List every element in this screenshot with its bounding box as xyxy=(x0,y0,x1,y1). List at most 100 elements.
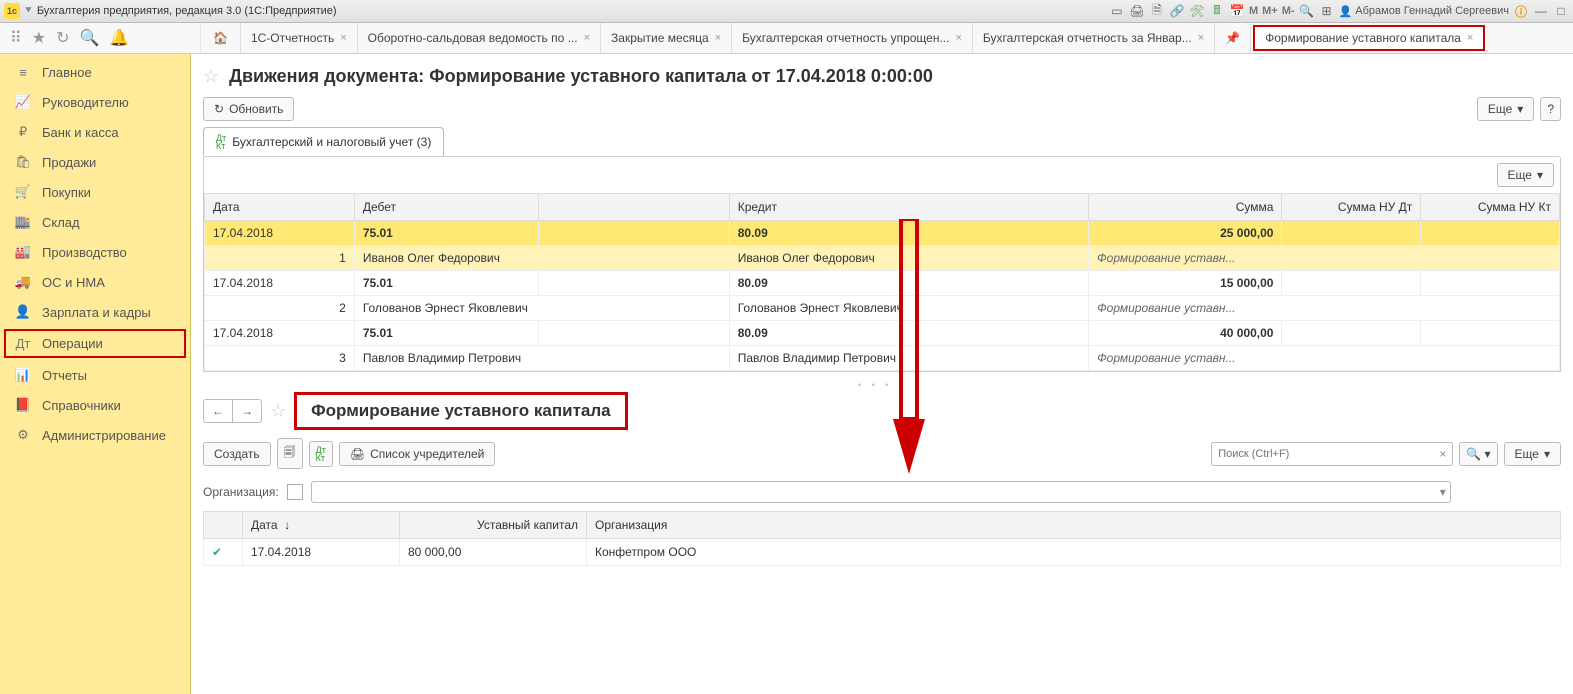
app-title: Бухгалтерия предприятия, редакция 3.0 (1… xyxy=(37,5,337,17)
zoom-icon[interactable]: 🔍 xyxy=(1299,3,1315,19)
nav-icon: ⚙ xyxy=(14,427,32,443)
help-button[interactable]: ? xyxy=(1540,97,1561,121)
apps-icon[interactable]: ⠿ xyxy=(10,28,22,48)
org-select[interactable]: ▾ xyxy=(311,481,1451,503)
sidebar-item[interactable]: 👤Зарплата и кадры xyxy=(0,297,190,327)
doc-icon[interactable]: 🗎 xyxy=(1149,3,1165,19)
search-button[interactable]: 🔍 ▾ xyxy=(1459,442,1497,466)
titlebar: 1c ⯆ Бухгалтерия предприятия, редакция 3… xyxy=(0,0,1573,23)
maximize-icon[interactable]: □ xyxy=(1553,3,1569,19)
sidebar-item[interactable]: 🛒Покупки xyxy=(0,177,190,207)
close-icon[interactable]: × xyxy=(584,32,590,44)
close-icon[interactable]: × xyxy=(955,32,961,44)
subtab-accounting[interactable]: ДтКтБухгалтерский и налоговый учет (3) xyxy=(203,127,444,156)
mem-mp[interactable]: M+ xyxy=(1262,5,1278,17)
print-icon[interactable]: 🖨 xyxy=(1129,3,1145,19)
nav-icon: 🛍 xyxy=(14,154,32,170)
app-menu-icon[interactable]: ⯆ xyxy=(24,5,33,18)
fav-star-icon[interactable]: ☆ xyxy=(203,66,219,87)
nav-icon: 🚚 xyxy=(14,274,32,290)
table-row[interactable]: 3Павлов Владимир ПетровичПавлов Владимир… xyxy=(205,346,1560,371)
nav-icon: 📕 xyxy=(14,397,32,413)
tab[interactable]: 1С-Отчетность× xyxy=(241,23,358,53)
tab[interactable]: Оборотно-сальдовая ведомость по ...× xyxy=(358,23,601,53)
minimize-icon[interactable]: — xyxy=(1533,3,1549,19)
nav-back-forward[interactable]: ←→ xyxy=(203,399,262,423)
search-clear-icon[interactable]: × xyxy=(1433,447,1452,461)
more-button[interactable]: Еще ▾ xyxy=(1477,97,1534,121)
nav-icon: 👤 xyxy=(14,304,32,320)
tab-home[interactable]: 🏠 xyxy=(201,23,241,53)
pin-icon[interactable]: 📌 xyxy=(1215,23,1251,53)
mem-m[interactable]: M xyxy=(1249,5,1258,17)
docs-grid[interactable]: Дата ↓ Уставный капитал Организация ✔ 17… xyxy=(203,511,1561,566)
sidebar-item[interactable]: 🛍Продажи xyxy=(0,147,190,177)
section-title: Формирование уставного капитала xyxy=(294,392,627,430)
calendar-icon[interactable]: 📅 xyxy=(1229,3,1245,19)
nav-icon: 🏬 xyxy=(14,214,32,230)
sidebar-item[interactable]: ДтОперации xyxy=(4,329,186,358)
link-icon[interactable]: 🔗 xyxy=(1169,3,1185,19)
nav-icon: ≡ xyxy=(14,65,32,80)
nav-icon: 📈 xyxy=(14,94,32,110)
search-input[interactable] xyxy=(1212,448,1433,460)
bell-icon[interactable]: 🔔 xyxy=(109,28,129,48)
tab[interactable]: Закрытие месяца× xyxy=(601,23,732,53)
sidebar-item[interactable]: ₽Банк и касса xyxy=(0,117,190,147)
tabbar: ⠿ ★ ↻ 🔍 🔔 🏠 1С-Отчетность×Оборотно-сальд… xyxy=(0,23,1573,54)
close-icon[interactable]: × xyxy=(1467,32,1473,44)
close-icon[interactable]: × xyxy=(1198,32,1204,44)
sidebar-item[interactable]: 📊Отчеты xyxy=(0,360,190,390)
table-row[interactable]: 17.04.201875.0180.0915 000,00 xyxy=(205,271,1560,296)
table-row[interactable]: 1Иванов Олег ФедоровичИванов Олег Федоро… xyxy=(205,246,1560,271)
sidebar-item[interactable]: 📈Руководителю xyxy=(0,87,190,117)
history-icon[interactable]: ↻ xyxy=(56,28,69,48)
tab[interactable]: Бухгалтерская отчетность за Январ...× xyxy=(973,23,1215,53)
nav-icon: 🛒 xyxy=(14,184,32,200)
nav-icon: Дт xyxy=(14,336,32,351)
tab[interactable]: Бухгалтерская отчетность упрощен...× xyxy=(732,23,973,53)
refresh-button[interactable]: ↻ Обновить xyxy=(203,97,294,121)
sidebar-item[interactable]: 🏭Производство xyxy=(0,237,190,267)
nav-icon: ₽ xyxy=(14,124,32,140)
tab[interactable]: Формирование уставного капитала× xyxy=(1253,25,1485,51)
more2-button[interactable]: Еще ▾ xyxy=(1497,163,1554,187)
close-icon[interactable]: × xyxy=(715,32,721,44)
nav-icon: 📊 xyxy=(14,367,32,383)
more3-button[interactable]: Еще ▾ xyxy=(1504,442,1561,466)
splitter[interactable]: • • • • xyxy=(191,380,1573,388)
entries-grid[interactable]: ДатаДебетКредитСуммаСумма НУ ДтСумма НУ … xyxy=(204,193,1560,371)
founders-list-button[interactable]: 🖨 Список учредителей xyxy=(339,442,496,466)
search-icon[interactable]: 🔍 xyxy=(79,28,99,48)
sidebar-item[interactable]: 📕Справочники xyxy=(0,390,190,420)
posted-icon: ✔ xyxy=(204,539,243,566)
dtkt-button[interactable]: ДтКт xyxy=(309,441,333,467)
mem-mm[interactable]: M- xyxy=(1282,5,1295,17)
sidebar: ≡Главное📈Руководителю₽Банк и касса🛍Прода… xyxy=(0,54,191,694)
copy-button[interactable]: 🗐 xyxy=(277,438,303,469)
create-button[interactable]: Создать xyxy=(203,442,271,466)
doc-title: Движения документа: Формирование уставно… xyxy=(229,66,933,87)
nav-icon: 🏭 xyxy=(14,244,32,260)
search-box[interactable]: × xyxy=(1211,442,1453,466)
table-row[interactable]: 17.04.201875.0180.0940 000,00 xyxy=(205,321,1560,346)
info-icon[interactable]: ⓘ xyxy=(1513,3,1529,19)
star-icon[interactable]: ★ xyxy=(32,28,46,48)
user-label[interactable]: 👤 Абрамов Геннадий Сергеевич xyxy=(1339,5,1509,18)
close-icon[interactable]: × xyxy=(340,32,346,44)
table-row[interactable]: ✔ 17.04.2018 80 000,00 Конфетпром ООО xyxy=(204,539,1561,566)
calc-icon[interactable]: 🖩 xyxy=(1209,3,1225,19)
tool-icon[interactable]: 🛠 xyxy=(1189,3,1205,19)
fav-star2-icon[interactable]: ☆ xyxy=(270,401,286,422)
table-row[interactable]: 2Голованов Эрнест ЯковлевичГолованов Эрн… xyxy=(205,296,1560,321)
table-row[interactable]: 17.04.201875.0180.0925 000,00 xyxy=(205,221,1560,246)
entries-panel: Еще ▾ ДатаДебетКредитСуммаСумма НУ ДтСум… xyxy=(203,156,1561,372)
sidebar-item[interactable]: 🚚ОС и НМА xyxy=(0,267,190,297)
sidebar-item[interactable]: ⚙Администрирование xyxy=(0,420,190,450)
sidebar-item[interactable]: 🏬Склад xyxy=(0,207,190,237)
org-checkbox[interactable] xyxy=(287,484,303,500)
logo-1c: 1c xyxy=(4,3,20,19)
sidebar-item[interactable]: ≡Главное xyxy=(0,58,190,87)
window-icon[interactable]: ▭ xyxy=(1109,3,1125,19)
grid-icon[interactable]: ⊞ xyxy=(1319,3,1335,19)
